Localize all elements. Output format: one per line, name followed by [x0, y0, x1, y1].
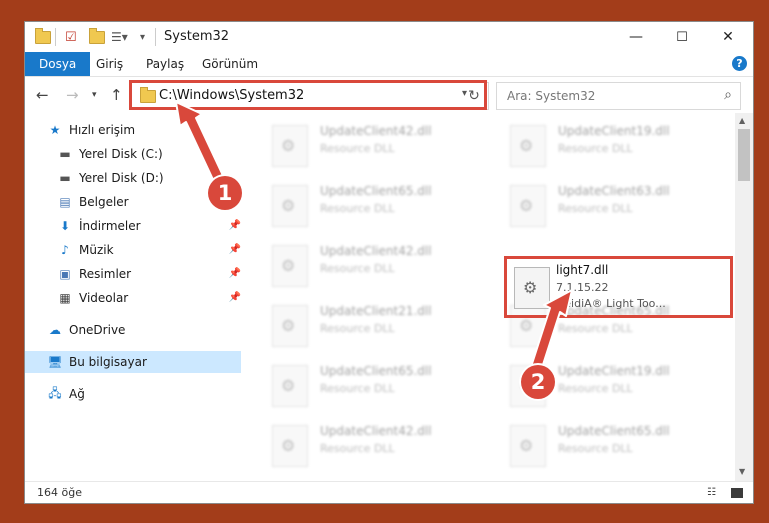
close-button[interactable]: ✕: [705, 22, 751, 52]
dll-file-icon: [272, 425, 308, 467]
cloud-icon: ☁: [49, 323, 61, 337]
status-bar: 164 öğe ☷: [25, 481, 753, 503]
tab-view[interactable]: Görünüm: [202, 52, 258, 76]
search-box[interactable]: Ara: System32 ⌕: [496, 82, 741, 110]
sidebar-item-label: Resimler: [79, 267, 132, 281]
documents-icon: ▤: [59, 195, 71, 209]
ribbon-tabs: Dosya Giriş Paylaş Görünüm ?: [25, 52, 753, 77]
dll-file-icon: [510, 425, 546, 467]
search-input[interactable]: Ara: System32: [507, 89, 595, 103]
list-item[interactable]: UpdateClient19.dll Resource DLL: [510, 121, 730, 171]
toolbar-divider: [155, 28, 156, 46]
list-item[interactable]: UpdateClient65.dll Resource DLL: [272, 361, 492, 411]
minimize-button[interactable]: —: [613, 22, 659, 52]
dll-file-icon: [510, 185, 546, 227]
sidebar-item-label: Videolar: [79, 291, 129, 305]
videos-icon: ▦: [59, 291, 71, 305]
tab-share[interactable]: Paylaş: [146, 52, 184, 76]
sidebar-item-downloads[interactable]: ⬇ İndirmeler 📌: [25, 215, 251, 237]
tab-file[interactable]: Dosya: [25, 52, 91, 76]
properties-icon[interactable]: ☑: [65, 28, 77, 46]
sidebar-item-label: OneDrive: [69, 323, 126, 337]
pictures-icon: ▣: [59, 267, 71, 281]
list-item[interactable]: UpdateClient63.dll Resource DLL: [510, 181, 730, 231]
sidebar-item-videos[interactable]: ▦ Videolar 📌: [25, 287, 251, 309]
sidebar-item-label: Yerel Disk (D:): [79, 171, 164, 185]
navigation-pane: ★ Hızlı erişim ▬ Yerel Disk (C:) ▬ Yerel…: [25, 113, 241, 481]
sidebar-item-this-pc[interactable]: 🖥 Bu bilgisayar: [25, 351, 241, 373]
back-arrow-icon[interactable]: ←: [36, 86, 49, 104]
music-icon: ♪: [61, 243, 69, 257]
sidebar-item-label: Belgeler: [79, 195, 129, 209]
dll-file-icon: [272, 185, 308, 227]
computer-icon: 🖥: [47, 355, 63, 369]
sidebar-item-pictures[interactable]: ▣ Resimler 📌: [25, 263, 251, 285]
sidebar-item-onedrive[interactable]: ☁ OneDrive: [25, 319, 241, 341]
list-item[interactable]: UpdateClient42.dll Resource DLL: [272, 241, 492, 291]
forward-arrow-icon[interactable]: →: [66, 86, 79, 104]
title-bar: ☑ ☰▾ ▾ System32 — ☐ ✕: [25, 22, 753, 52]
list-item[interactable]: UpdateClient65.dll Resource DLL: [510, 421, 730, 471]
address-highlight-box: [129, 80, 487, 110]
disk-icon: ▬: [59, 147, 71, 161]
explorer-window: ☑ ☰▾ ▾ System32 — ☐ ✕ Dosya Giriş Paylaş…: [25, 22, 753, 503]
scroll-thumb[interactable]: [738, 129, 750, 181]
callout-2: 2: [521, 365, 555, 399]
toolbar-divider: [55, 28, 56, 46]
list-item[interactable]: UpdateClient42.dll Resource DLL: [272, 121, 492, 171]
sidebar-item-label: Bu bilgisayar: [69, 355, 147, 369]
sidebar-item-label: Ağ: [69, 387, 85, 401]
scroll-down-icon[interactable]: ▼: [739, 467, 745, 476]
sidebar-item-disk-c[interactable]: ▬ Yerel Disk (C:): [25, 143, 251, 165]
sidebar-item-label: Yerel Disk (C:): [79, 147, 163, 161]
sidebar-item-label: İndirmeler: [79, 219, 141, 233]
new-folder-icon[interactable]: [89, 27, 105, 46]
recent-locations-icon[interactable]: ▾: [92, 90, 97, 100]
quick-access-folder-icon[interactable]: [35, 27, 51, 46]
network-icon: 🖧: [48, 385, 62, 400]
details-view-icon[interactable]: ☷: [707, 487, 721, 499]
scroll-up-icon[interactable]: ▲: [739, 116, 745, 125]
callout-1: 1: [208, 176, 242, 210]
vertical-scrollbar[interactable]: ▲ ▼: [735, 113, 753, 481]
sidebar-item-network[interactable]: 🖧 Ağ: [25, 383, 241, 405]
window-title: System32: [164, 29, 230, 44]
large-icons-view-icon[interactable]: [731, 488, 743, 498]
download-icon: ⬇: [59, 219, 71, 233]
file-list: UpdateClient42.dll Resource DLL UpdateCl…: [220, 113, 734, 481]
item-count: 164 öğe: [37, 486, 82, 499]
search-icon[interactable]: ⌕: [724, 87, 732, 103]
sidebar-item-quick-access[interactable]: ★ Hızlı erişim: [25, 119, 241, 141]
file-highlight-box: [504, 256, 733, 318]
star-icon: ★: [49, 123, 61, 137]
chevron-down-icon[interactable]: ▾: [140, 28, 145, 46]
dll-file-icon: [510, 125, 546, 167]
dll-file-icon: [272, 365, 308, 407]
customize-toolbar-icon[interactable]: ☰▾: [111, 28, 128, 46]
list-item[interactable]: UpdateClient65.dll Resource DLL: [272, 181, 492, 231]
list-item[interactable]: UpdateClient42.dll Resource DLL: [272, 421, 492, 471]
disk-icon: ▬: [59, 171, 71, 185]
up-arrow-icon[interactable]: ↑: [110, 86, 123, 104]
dll-file-icon: [272, 125, 308, 167]
maximize-button[interactable]: ☐: [659, 22, 705, 52]
sidebar-item-music[interactable]: ♪ Müzik 📌: [25, 239, 251, 261]
navigation-bar: ← → ▾ ↑ C:\Windows\System32 ▾ ↻ Ara: Sys…: [25, 77, 753, 113]
sidebar-item-label: Müzik: [79, 243, 114, 257]
help-icon[interactable]: ?: [732, 56, 747, 71]
list-item[interactable]: UpdateClient21.dll Resource DLL: [272, 301, 492, 351]
sidebar-item-label: Hızlı erişim: [69, 123, 136, 137]
dll-file-icon: [272, 245, 308, 287]
tab-home[interactable]: Giriş: [96, 52, 123, 76]
dll-file-icon: [272, 305, 308, 347]
